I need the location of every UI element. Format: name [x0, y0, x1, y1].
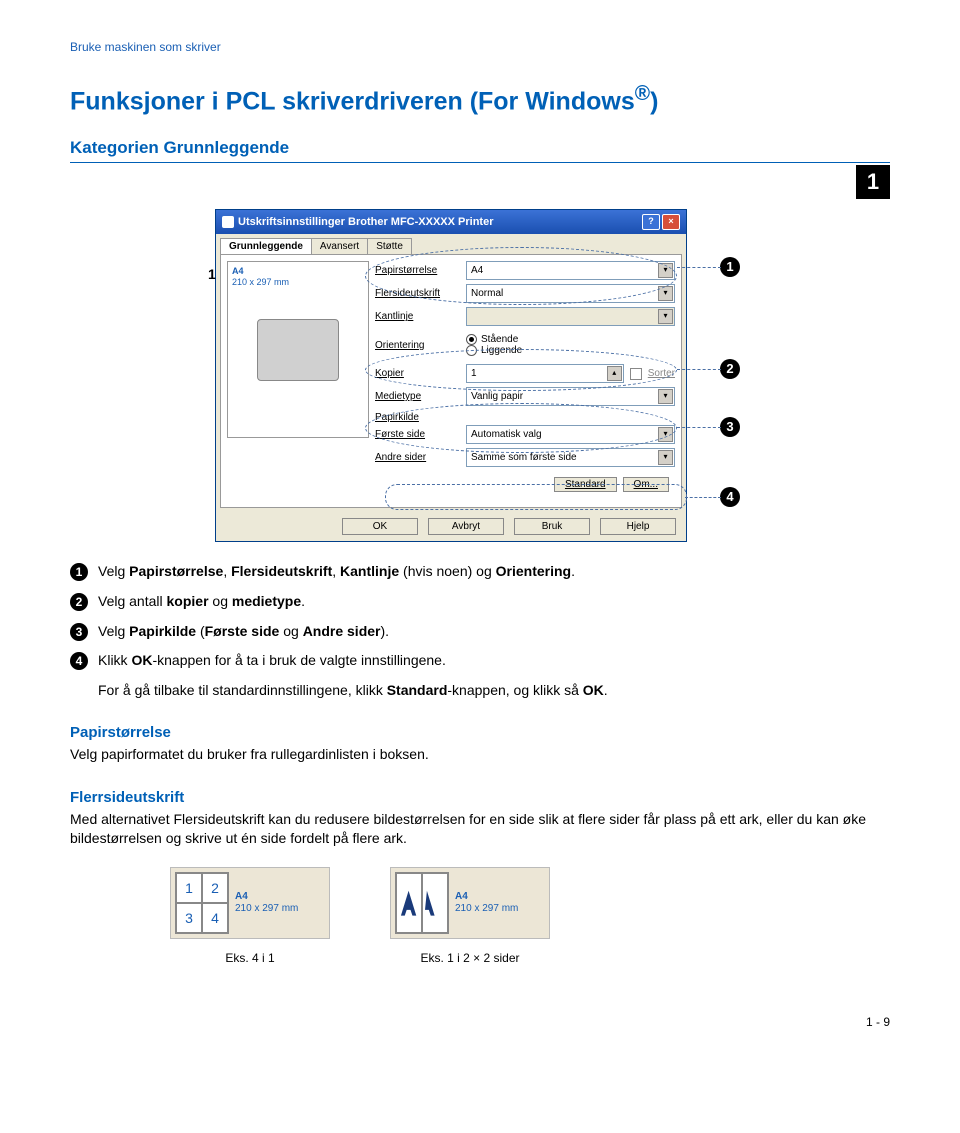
chevron-down-icon: ▾	[658, 450, 673, 465]
step-1: 1 Velg Papirstørrelse, Flersideutskrift,…	[70, 562, 890, 582]
section-subtitle: Kategorien Grunnleggende	[70, 138, 890, 163]
chevron-down-icon: ▾	[658, 309, 673, 324]
label-multipage: Flersideutskrift	[375, 288, 460, 299]
chapter-number: 1	[856, 165, 890, 199]
cancel-button[interactable]: Avbryt	[428, 518, 504, 535]
callout-2: 2	[720, 359, 740, 379]
preview-marker: 1	[208, 266, 216, 282]
dialog-title: Utskriftsinnstillinger Brother MFC-XXXXX…	[238, 216, 493, 228]
callout-1: 1	[720, 257, 740, 277]
printer-illustration	[257, 319, 339, 381]
input-copies[interactable]: 1▴	[466, 364, 624, 383]
ok-button[interactable]: OK	[342, 518, 418, 535]
tab-advanced[interactable]: Avansert	[311, 238, 368, 254]
label-copies: Kopier	[375, 368, 460, 379]
step-3: 3 Velg Papirkilde (Første side og Andre …	[70, 622, 890, 642]
letter-a-icon	[399, 880, 418, 926]
radio-landscape[interactable]	[466, 345, 477, 356]
chevron-down-icon: ▾	[658, 286, 673, 301]
text-papersize: Velg papirformatet du bruker fra rullega…	[70, 745, 890, 765]
caption-1in2x2: Eks. 1 i 2 × 2 sider	[390, 951, 550, 965]
chevron-down-icon: ▾	[658, 263, 673, 278]
tab-basic[interactable]: Grunnleggende	[220, 238, 312, 254]
chevron-down-icon: ▾	[658, 389, 673, 404]
print-settings-dialog: Utskriftsinnstillinger Brother MFC-XXXXX…	[215, 209, 687, 542]
group-papersource: Papirkilde	[375, 412, 675, 423]
radio-portrait[interactable]	[466, 334, 477, 345]
app-icon	[222, 216, 234, 228]
label-orientation: Orientering	[375, 340, 460, 351]
step-4: 4 Klikk OK-knappen for å ta i bruk de va…	[70, 651, 890, 671]
tab-support[interactable]: Støtte	[367, 238, 412, 254]
callout-3: 3	[720, 417, 740, 437]
dialog-figure: Utskriftsinnstillinger Brother MFC-XXXXX…	[215, 209, 745, 542]
heading-multipage: Flerrsideutskrift	[70, 789, 890, 806]
example-1in2x2: A4 210 x 297 mm Eks. 1 i 2 × 2 sider	[390, 867, 550, 965]
label-sort: Sorter	[648, 368, 675, 379]
label-mediatype: Medietype	[375, 391, 460, 402]
example-4in1: 1 2 3 4 A4 210 x 297 mm Eks. 4 i 1	[170, 867, 330, 965]
heading-papersize: Papirstørrelse	[70, 724, 890, 741]
apply-button[interactable]: Bruk	[514, 518, 590, 535]
callout-4: 4	[720, 487, 740, 507]
caption-4in1: Eks. 4 i 1	[170, 951, 330, 965]
dialog-titlebar: Utskriftsinnstillinger Brother MFC-XXXXX…	[216, 210, 686, 234]
page-title: Funksjoner i PCL skriverdriveren (For Wi…	[70, 82, 890, 116]
label-firstpage: Første side	[375, 429, 460, 440]
page-number: 1 - 9	[70, 1015, 890, 1029]
step-4-cont: For å gå tilbake til standardinnstilling…	[98, 681, 890, 701]
select-otherpages[interactable]: Samme som første side▾	[466, 448, 675, 467]
select-border: ▾	[466, 307, 675, 326]
label-otherpages: Andre sider	[375, 452, 460, 463]
text-multipage: Med alternativet Flersideutskrift kan du…	[70, 810, 890, 849]
checkbox-sort[interactable]	[630, 368, 642, 380]
about-button[interactable]: Om...	[623, 477, 669, 492]
standard-button[interactable]: Standard	[554, 477, 617, 492]
select-mediatype[interactable]: Vanlig papir▾	[466, 387, 675, 406]
help-button[interactable]: Hjelp	[600, 518, 676, 535]
chevron-down-icon: ▾	[658, 427, 673, 442]
breadcrumb: Bruke maskinen som skriver	[70, 40, 890, 54]
preview-box: 1 A4 210 x 297 mm	[227, 261, 369, 438]
select-firstpage[interactable]: Automatisk valg▾	[466, 425, 675, 444]
close-icon[interactable]: ×	[662, 214, 680, 230]
select-multipage[interactable]: Normal▾	[466, 284, 675, 303]
select-papersize[interactable]: A4▾	[466, 261, 675, 280]
label-papersize: Papirstørrelse	[375, 265, 460, 276]
step-2: 2 Velg antall kopier og medietype.	[70, 592, 890, 612]
label-border: Kantlinje	[375, 311, 460, 322]
spinner-icon: ▴	[607, 366, 622, 381]
tab-strip: Grunnleggende Avansert Støtte	[216, 234, 686, 254]
help-icon[interactable]: ?	[642, 214, 660, 230]
